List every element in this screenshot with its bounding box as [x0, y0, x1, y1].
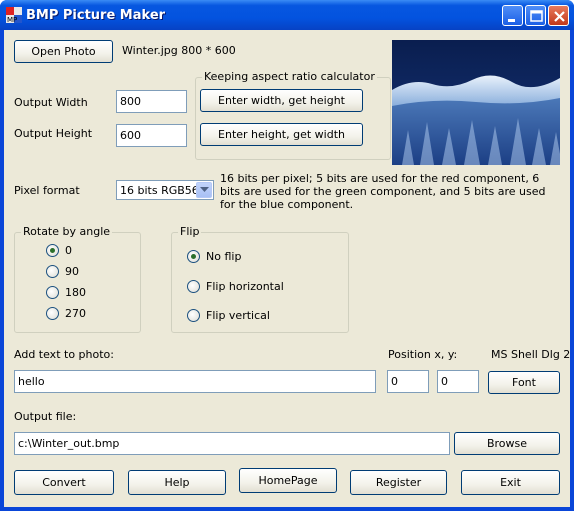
position-x-input[interactable]: 0 — [387, 370, 429, 393]
radio-selected-icon[interactable] — [46, 244, 59, 257]
height-get-width-button[interactable]: Enter height, get width — [200, 123, 363, 146]
flip-option-none[interactable]: No flip — [187, 250, 241, 263]
output-height-input[interactable]: 600 — [116, 124, 187, 147]
minimize-button[interactable] — [502, 5, 523, 26]
pixel-format-label: Pixel format — [14, 184, 80, 197]
file-info-label: Winter.jpg 800 * 600 — [122, 44, 236, 57]
position-y-input[interactable]: 0 — [437, 370, 479, 393]
pixel-format-description: 16 bits per pixel; 5 bits are used for t… — [220, 172, 546, 211]
output-height-label: Output Height — [14, 127, 93, 140]
font-button[interactable]: Font — [488, 371, 560, 394]
title-bar[interactable]: MP BMP Picture Maker — [0, 0, 574, 30]
flip-group-title: Flip — [178, 225, 202, 238]
add-text-label: Add text to photo: — [14, 348, 114, 361]
photo-text-input[interactable]: hello — [14, 370, 376, 393]
close-button[interactable] — [548, 5, 569, 26]
app-icon: MP — [6, 7, 22, 23]
window-title: BMP Picture Maker — [26, 8, 166, 23]
svg-text:MP: MP — [7, 16, 17, 23]
homepage-button[interactable]: HomePage — [239, 468, 337, 493]
rotate-option-180[interactable]: 180 — [46, 286, 86, 299]
radio-icon[interactable] — [46, 265, 59, 278]
flip-option-horizontal[interactable]: Flip horizontal — [187, 280, 284, 293]
browse-button[interactable]: Browse — [454, 432, 560, 455]
font-name-label: MS Shell Dlg 2 — [491, 348, 571, 361]
rotate-option-0[interactable]: 0 — [46, 244, 72, 257]
rotate-option-270[interactable]: 270 — [46, 307, 86, 320]
radio-selected-icon[interactable] — [187, 250, 200, 263]
register-button[interactable]: Register — [350, 470, 447, 495]
aspect-ratio-group-title: Keeping aspect ratio calculator — [202, 70, 377, 83]
open-photo-button[interactable]: Open Photo — [14, 40, 113, 63]
width-get-height-button[interactable]: Enter width, get height — [200, 89, 363, 112]
convert-button[interactable]: Convert — [14, 470, 114, 495]
pixel-format-value: 16 bits RGB565 — [120, 183, 206, 197]
output-file-input[interactable]: c:\Winter_out.bmp — [14, 432, 450, 455]
output-width-input[interactable]: 800 — [116, 90, 187, 113]
dropdown-arrow-icon[interactable] — [196, 182, 212, 198]
client-area: Open Photo Winter.jpg 800 * 600 Output W… — [4, 30, 570, 507]
pixel-format-select[interactable]: 16 bits RGB565 — [116, 180, 214, 200]
radio-icon[interactable] — [187, 309, 200, 322]
output-file-label: Output file: — [14, 410, 77, 423]
minimize-icon — [508, 19, 515, 22]
rotate-group-title: Rotate by angle — [21, 225, 113, 238]
output-width-label: Output Width — [14, 96, 88, 109]
close-icon — [554, 11, 565, 22]
photo-preview — [392, 40, 560, 165]
help-button[interactable]: Help — [128, 470, 226, 495]
winter-photo-image — [392, 40, 560, 165]
radio-icon[interactable] — [46, 286, 59, 299]
radio-icon[interactable] — [46, 307, 59, 320]
exit-button[interactable]: Exit — [461, 470, 560, 495]
maximize-button[interactable] — [525, 5, 546, 26]
flip-option-vertical[interactable]: Flip vertical — [187, 309, 270, 322]
radio-icon[interactable] — [187, 280, 200, 293]
rotate-option-90[interactable]: 90 — [46, 265, 79, 278]
maximize-icon — [530, 10, 543, 22]
position-label: Position x, y: — [388, 348, 458, 361]
application-window: MP BMP Picture Maker Open Photo Winter.j… — [0, 0, 574, 511]
